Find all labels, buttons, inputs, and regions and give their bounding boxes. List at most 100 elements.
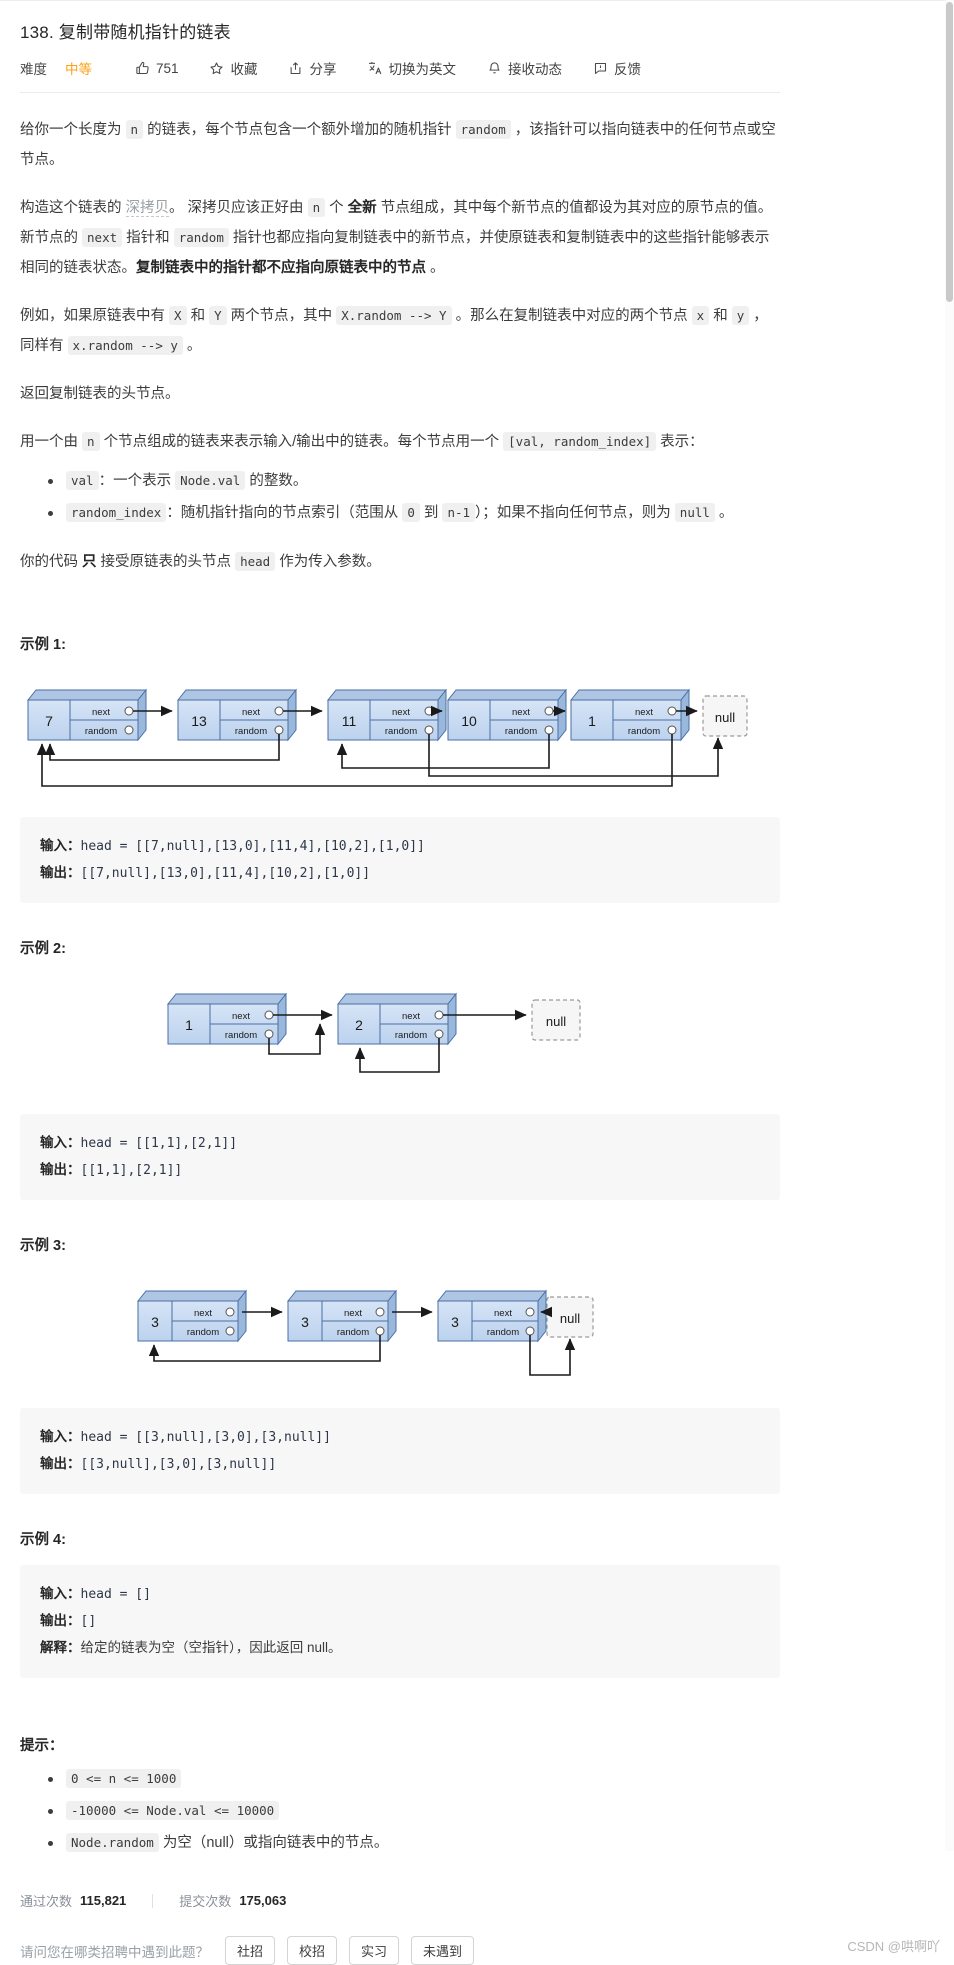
p2-strong-warning: 复制链表中的指针都不应指向原链表中的节点 (136, 260, 426, 276)
p1-t1: 给你一个长度为 (20, 122, 126, 138)
hint-1-code: -10000 <= Node.val <= 10000 (66, 1801, 280, 1820)
submit-count-value: 175,063 (239, 1893, 287, 1908)
svg-text:next: next (194, 1308, 212, 1319)
deep-copy-link[interactable]: 深拷贝 (125, 200, 170, 217)
p3-code-Xrandom: X.random --> Y (336, 306, 452, 325)
example-4-heading: 示例 4: (20, 1532, 66, 1548)
svg-text:next: next (512, 707, 530, 718)
example-4-input-value: head = [] (80, 1587, 151, 1602)
p3-code-X: X (169, 306, 187, 325)
content-column: 138. 复制带随机指针的链表 难度 中等 751 收藏 分享 切换为英文 接收… (0, 0, 800, 1965)
like-button[interactable]: 751 (134, 60, 179, 76)
node-format-list: val ：一个表示 Node.val 的整数。 random_index ：随机指针… (20, 465, 780, 529)
list-item: random_index ：随机指针指向的节点索引（范围从 0 到 n-1 ）；如果… (48, 497, 780, 529)
example-4-explain-value: 给定的链表为空（空指针），因此返回 null。 (80, 1640, 342, 1655)
hints-list: 0 <= n <= 1000 -10000 <= Node.val <= 100… (20, 1763, 780, 1859)
notify-button[interactable]: 接收动态 (486, 58, 562, 78)
example-2-codeblock: 输入：head = [[1,1],[2,1]] 输出：[[1,1],[2,1]] (20, 1114, 780, 1200)
svg-text:next: next (344, 1308, 362, 1319)
survey-option-shixi[interactable]: 实习 (349, 1936, 400, 1965)
p3-code-y: y (731, 306, 750, 325)
null-node: null (531, 999, 581, 1041)
null-node: null (546, 1296, 594, 1338)
example-3-heading: 示例 3: (20, 1238, 66, 1254)
survey-bar: 请问您在哪类招聘中遇到此题？ 社招 校招 实习 未遇到 (20, 1936, 780, 1965)
survey-option-shezhao[interactable]: 社招 (225, 1936, 276, 1965)
thumbs-up-icon (134, 60, 150, 76)
example-1-codeblock: 输入：head = [[7,null],[13,0],[11,4],[10,2]… (20, 817, 780, 903)
p6-t1: 你的代码 (20, 554, 83, 570)
p3-code-xrandom: x.random --> y (67, 336, 183, 355)
svg-text:3: 3 (151, 1314, 159, 1330)
page-scrollbar[interactable] (945, 0, 954, 1851)
example-4-output-label: 输出： (40, 1613, 81, 1628)
description-paragraph-1: 给你一个长度为 n 的链表，每个节点包含一个额外增加的随机指针 random ，… (20, 115, 780, 175)
list-item: val ：一个表示 Node.val 的整数。 (48, 465, 780, 497)
svg-text:random: random (235, 726, 267, 737)
svg-text:random: random (225, 1030, 257, 1041)
p5-code-node: [val, random_index] (503, 432, 657, 451)
list-item: -10000 <= Node.val <= 10000 (48, 1795, 780, 1827)
example-3-output-value: [[3,null],[3,0],[3,null]] (80, 1457, 277, 1472)
node-3: 10 next random (446, 688, 568, 742)
translate-button[interactable]: 切换为英文 (367, 58, 457, 78)
p6-t2: 接受原链表的头节点 (96, 554, 236, 570)
svg-text:next: next (494, 1308, 512, 1319)
example-2-input-value: head = [[1,1],[2,1]] (80, 1136, 238, 1151)
example-1-input-value: head = [[7,null],[13,0],[11,4],[10,2],[1… (80, 839, 425, 854)
p2-code-next: next (82, 228, 123, 247)
svg-text:random: random (487, 1327, 519, 1338)
p3-code-x: x (691, 306, 710, 325)
svg-text:7: 7 (45, 713, 53, 729)
svg-text:1: 1 (588, 713, 596, 729)
svg-text:next: next (232, 1011, 250, 1022)
node-2: 3 next random (436, 1289, 548, 1343)
svg-text:random: random (505, 726, 537, 737)
submit-count-label: 提交次数 (179, 1894, 232, 1909)
svg-text:3: 3 (451, 1314, 459, 1330)
bullet1-code-null: null (674, 503, 715, 522)
pass-count-label: 通过次数 (20, 1894, 73, 1909)
watermark: CSDN @哄啊吖 (847, 1939, 940, 1954)
translate-label: 切换为英文 (388, 62, 457, 77)
svg-text:10: 10 (461, 713, 477, 729)
p3-t2: 和 (186, 308, 210, 324)
survey-option-xiaozhao[interactable]: 校招 (287, 1936, 338, 1965)
p2-strong-new: 全新 (347, 200, 377, 216)
p2-code-random: random (173, 228, 229, 247)
node-1: 2 next random (336, 992, 458, 1046)
node-group-3: 3 next random 3 next random 3 next rando… (136, 1289, 594, 1343)
example-2-diagram: 1 next random 2 next random null (20, 980, 780, 1098)
svg-text:11: 11 (342, 713, 357, 729)
list-item: 0 <= n <= 1000 (48, 1763, 780, 1795)
description-paragraph-6: 你的代码 只 接受原链表的头节点 head 作为传入参数。 (20, 547, 780, 577)
survey-question: 请问您在哪类招聘中遇到此题？ (20, 1944, 209, 1960)
difficulty-label: 难度 (20, 62, 47, 77)
p5-t2: 个节点组成的链表来表示输入/输出中的链表。每个节点用一个 (99, 434, 504, 450)
p2-t5: 指针和 (122, 230, 174, 246)
description-paragraph-2: 构造这个链表的 深拷贝。 深拷贝应该正好由 n 个 全新 节点组成，其中每个新节… (20, 193, 780, 283)
example-2-output-value: [[1,1],[2,1]] (80, 1163, 183, 1178)
difficulty-group: 难度 (20, 58, 47, 78)
p3-t5: 和 (709, 308, 732, 324)
example-3-codeblock: 输入：head = [[3,null],[3,0],[3,null]] 输出：[… (20, 1408, 780, 1494)
favorite-button[interactable]: 收藏 (209, 58, 258, 78)
p3-code-Y: Y (209, 306, 227, 325)
bullet1-t4: 。 (714, 505, 734, 521)
share-label: 分享 (309, 62, 337, 77)
page-title: 138. 复制带随机指针的链表 (20, 23, 231, 42)
p2-t3: 个 (325, 200, 348, 216)
p5-t1: 用一个由 (20, 434, 83, 450)
survey-option-weiyudao[interactable]: 未遇到 (411, 1936, 475, 1965)
example-4-output-value: [] (80, 1614, 97, 1629)
linked-list-svg-1: 7 next random 13 next random 11 next ran… (26, 688, 748, 787)
share-button[interactable]: 分享 (288, 58, 337, 78)
feedback-button[interactable]: 反馈 (592, 58, 641, 78)
p6-code-head: head (235, 552, 276, 571)
node-0: 1 next random (166, 992, 288, 1046)
example-4-explain-label: 解释： (40, 1640, 81, 1655)
p1-code-random: random (455, 120, 511, 139)
description-paragraph-4: 返回复制链表的头节点。 (20, 386, 180, 402)
problem-toolbar: 难度 中等 751 收藏 分享 切换为英文 接收动态 反馈 (20, 58, 780, 93)
scrollbar-thumb[interactable] (946, 2, 953, 302)
